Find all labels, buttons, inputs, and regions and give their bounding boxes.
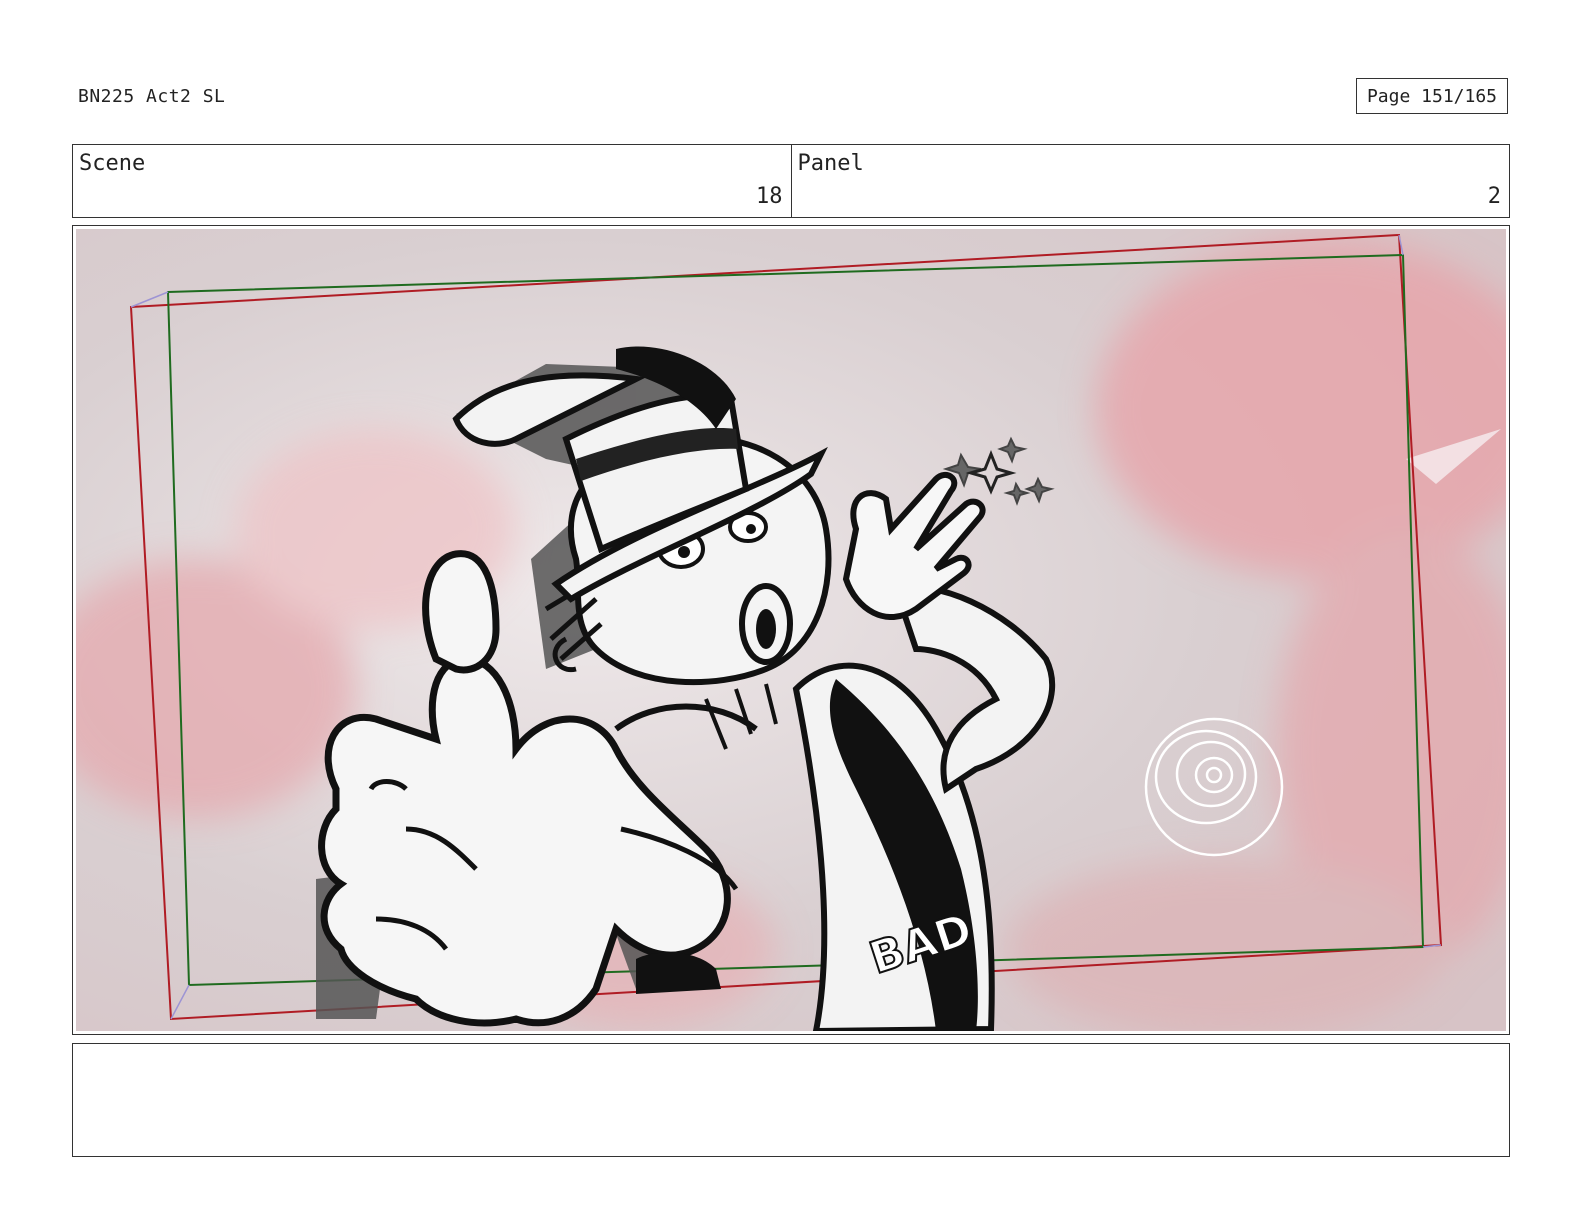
panel-label: Panel [797, 151, 864, 176]
page-number: Page 151/165 [1356, 78, 1508, 114]
scene-cell: Scene 18 [73, 145, 791, 217]
storyboard-drawing: BAD [76, 229, 1506, 1031]
scene-panel-header: Scene 18 Panel 2 [72, 144, 1510, 218]
scene-label: Scene [79, 151, 146, 176]
notes-box [72, 1043, 1510, 1157]
character-right-pupil [746, 524, 756, 534]
reaching-thumb [422, 550, 500, 674]
character-mouth-inner [756, 609, 776, 649]
storyboard-frame: BAD [72, 225, 1510, 1035]
scene-number: 18 [756, 184, 783, 209]
document-title: BN225 Act2 SL [78, 86, 226, 107]
panel-cell: Panel 2 [790, 145, 1510, 217]
character-left-pupil [678, 546, 690, 558]
panel-number: 2 [1487, 184, 1501, 209]
